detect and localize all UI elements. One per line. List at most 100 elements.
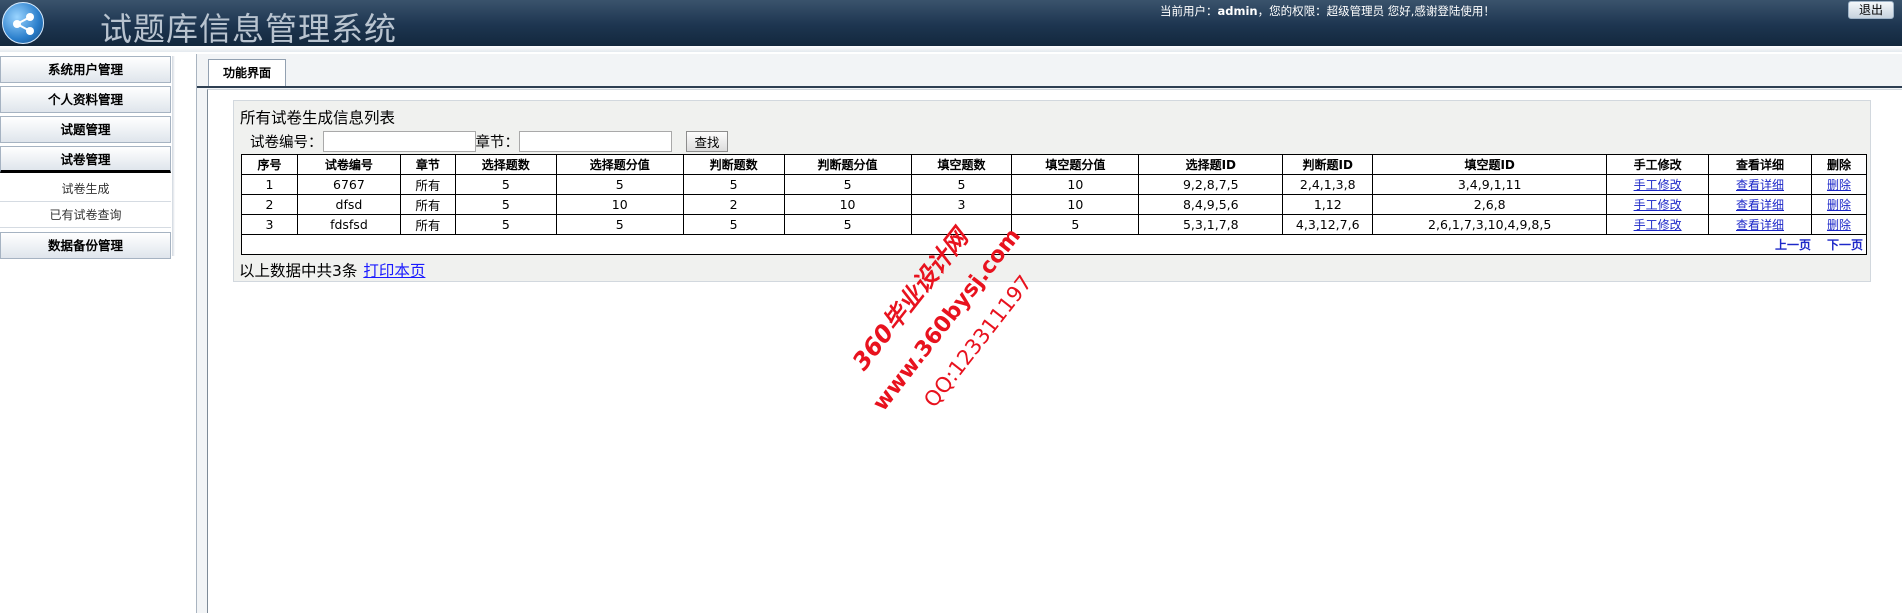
panel-title: 所有试卷生成信息列表 (240, 109, 396, 127)
cell-detail: 查看详细 (1708, 174, 1812, 195)
column-header: 删除 (1810, 154, 1868, 175)
cell-choice-score: 5 (555, 214, 684, 235)
cell-choice-score: 10 (555, 194, 684, 215)
prev-page-link[interactable]: 上一页 (1775, 238, 1811, 252)
cell-choice-ids: 9,2,8,7,5 (1138, 174, 1284, 195)
edit-link[interactable]: 手工修改 (1634, 218, 1682, 232)
record-count: 以上数据中共3条 (239, 262, 358, 280)
cell-no: 1 (241, 174, 298, 195)
column-header: 试卷编号 (296, 154, 401, 175)
user-prefix: 当前用户： (1160, 4, 1218, 18)
cell-choice-count: 5 (454, 214, 557, 235)
submenu-query-papers[interactable]: 已有试卷查询 (0, 202, 171, 228)
papers-table: 序号 试卷编号 章节 选择题数 选择题分值 判断题数 判断题分值 填空题数 填空… (241, 154, 1868, 255)
cell-chapter: 所有 (399, 194, 456, 215)
column-header: 序号 (241, 154, 298, 175)
top-header: 试题库信息管理系统 当前用户：admin，您的权限：超级管理员 您好,感谢登陆使… (0, 0, 1902, 48)
cell-judge-ids: 1,12 (1282, 194, 1374, 215)
paper-no-input[interactable] (322, 131, 476, 152)
next-page-link[interactable]: 下一页 (1827, 238, 1863, 252)
cell-judge-score: 5 (783, 174, 912, 195)
delete-link[interactable]: 删除 (1827, 178, 1851, 192)
column-header: 手工修改 (1606, 154, 1710, 175)
detail-link[interactable]: 查看详细 (1736, 198, 1784, 212)
column-header: 判断题分值 (783, 154, 912, 175)
pager-row: 上一页 下一页 (241, 234, 1867, 255)
paper-submenu: 试卷生成 已有试卷查询 (0, 176, 171, 228)
search-form: 试卷编号： 章节： 查找 (250, 131, 728, 153)
cell-fill-score: 5 (1011, 214, 1140, 235)
column-header: 选择题数 (454, 154, 557, 175)
edit-link[interactable]: 手工修改 (1634, 178, 1682, 192)
column-header: 选择题分值 (555, 154, 684, 175)
list-panel: 所有试卷生成信息列表 试卷编号： 章节： 查找 序号 试卷编号 章节 选择题数 (233, 100, 1871, 282)
content-area: 所有试卷生成信息列表 试卷编号： 章节： 查找 序号 试卷编号 章节 选择题数 (207, 89, 1902, 613)
delete-link[interactable]: 删除 (1827, 218, 1851, 232)
cell-edit: 手工修改 (1606, 194, 1710, 215)
cell-choice-count: 5 (454, 174, 557, 195)
delete-link[interactable]: 删除 (1827, 198, 1851, 212)
edit-link[interactable]: 手工修改 (1634, 198, 1682, 212)
column-header: 填空题数 (910, 154, 1013, 175)
column-header: 选择题ID (1138, 154, 1284, 175)
cell-fill-count: 5 (910, 174, 1013, 195)
user-info: 当前用户：admin，您的权限：超级管理员 您好,感谢登陆使用！ (1160, 3, 1495, 19)
table-header-row: 序号 试卷编号 章节 选择题数 选择题分值 判断题数 判断题分值 填空题数 填空… (241, 154, 1868, 175)
paper-no-label: 试卷编号： (250, 135, 323, 151)
main-frame: 功能界面 所有试卷生成信息列表 试卷编号： 章节： 查找 序号 试卷编号 章节 … (196, 54, 1902, 613)
menu-question-manage[interactable]: 试题管理 (0, 116, 171, 143)
tab-underline (197, 86, 1902, 88)
cell-chapter: 所有 (399, 174, 456, 195)
column-header: 判断题ID (1282, 154, 1374, 175)
chapter-label: 章节： (475, 135, 520, 151)
cell-judge-score: 5 (783, 214, 912, 235)
table-footer: 以上数据中共3条 打印本页 (239, 259, 425, 281)
cell-judge-ids: 4,3,12,7,6 (1282, 214, 1374, 235)
menu-paper-manage[interactable]: 试卷管理 (0, 146, 171, 173)
cell-paper-no: dfsd (296, 194, 401, 215)
column-header: 查看详细 (1708, 154, 1812, 175)
cell-judge-score: 10 (783, 194, 912, 215)
submenu-generate-paper[interactable]: 试卷生成 (0, 176, 171, 202)
cell-fill-score: 10 (1011, 194, 1140, 215)
cell-edit: 手工修改 (1606, 174, 1710, 195)
cell-judge-count: 2 (682, 194, 785, 215)
cell-judge-ids: 2,4,1,3,8 (1282, 174, 1374, 195)
cell-judge-count: 5 (682, 214, 785, 235)
cell-choice-ids: 5,3,1,7,8 (1138, 214, 1284, 235)
chapter-input[interactable] (519, 131, 672, 152)
cell-choice-score: 5 (555, 174, 684, 195)
cell-judge-count: 5 (682, 174, 785, 195)
username: admin (1217, 4, 1258, 18)
column-header: 判断题数 (682, 154, 785, 175)
cell-detail: 查看详细 (1708, 214, 1812, 235)
menu-system-users[interactable]: 系统用户管理 (0, 56, 171, 83)
cell-chapter: 所有 (399, 214, 456, 235)
detail-link[interactable]: 查看详细 (1736, 218, 1784, 232)
cell-choice-count: 5 (454, 194, 557, 215)
table-row: 1 6767 所有 5 5 5 5 5 10 9,2,8,7,5 2,4,1,3… (241, 174, 1868, 195)
cell-fill-count (910, 214, 1013, 235)
table-row: 3 fdsfsd 所有 5 5 5 5 5 5,3,1,7,8 4,3,12,7… (241, 214, 1868, 235)
tab-function[interactable]: 功能界面 (208, 59, 286, 87)
table-row: 2 dfsd 所有 5 10 2 10 3 10 8,4,9,5,6 1,12 … (241, 194, 1868, 215)
cell-no: 2 (241, 194, 298, 215)
menu-personal-info[interactable]: 个人资料管理 (0, 86, 171, 113)
column-header: 章节 (399, 154, 456, 175)
cell-fill-ids: 2,6,8 (1372, 194, 1608, 215)
menu-data-backup[interactable]: 数据备份管理 (0, 232, 171, 259)
role-text: ，您的权限：超级管理员 您好,感谢登陆使用！ (1257, 4, 1495, 18)
search-button[interactable]: 查找 (686, 131, 728, 152)
sidebar: 系统用户管理 个人资料管理 试题管理 试卷管理 试卷生成 已有试卷查询 数据备份… (0, 56, 171, 262)
cell-fill-ids: 3,4,9,1,11 (1372, 174, 1608, 195)
print-page-link[interactable]: 打印本页 (363, 262, 425, 280)
system-title: 试题库信息管理系统 (100, 10, 398, 48)
cell-choice-ids: 8,4,9,5,6 (1138, 194, 1284, 215)
detail-link[interactable]: 查看详细 (1736, 178, 1784, 192)
sidebar-shadow (172, 56, 175, 256)
header-divider (0, 46, 1902, 52)
cell-paper-no: fdsfsd (296, 214, 401, 235)
logout-button[interactable]: 退出 (1848, 1, 1894, 19)
column-header: 填空题分值 (1011, 154, 1140, 175)
app-logo-icon (2, 2, 44, 44)
